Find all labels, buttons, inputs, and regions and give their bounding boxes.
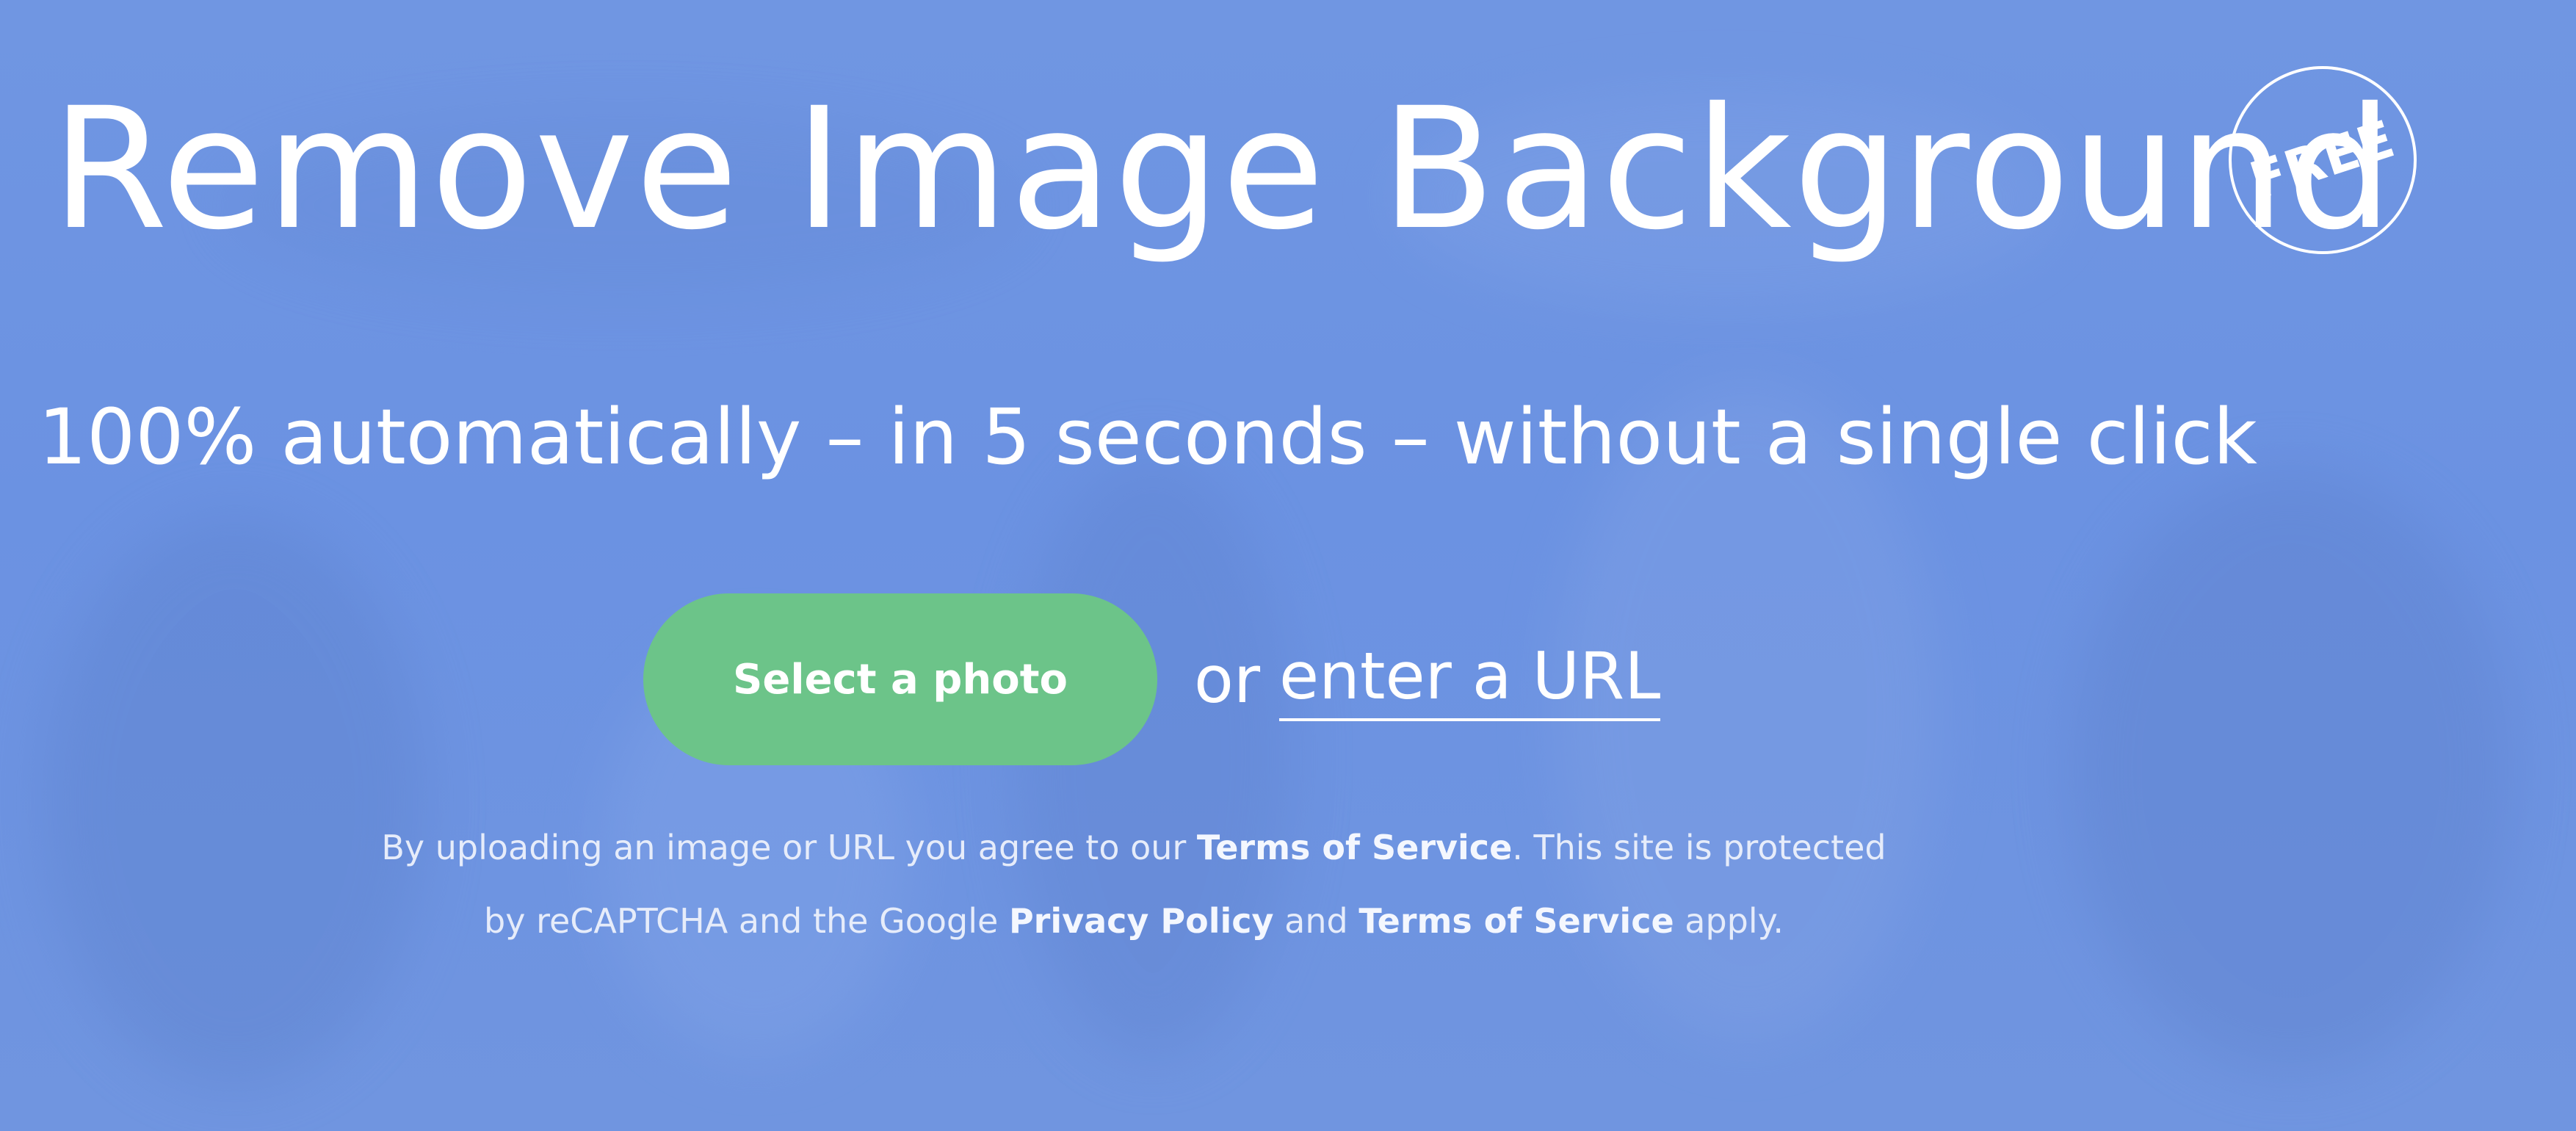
terms-of-service-link[interactable]: Terms of Service bbox=[1358, 901, 1674, 941]
page-subtitle: 100% automatically – in 5 seconds – with… bbox=[38, 392, 2257, 482]
legal-text: By uploading an image or URL you agree t… bbox=[381, 828, 1187, 867]
background-blur bbox=[44, 514, 426, 1087]
privacy-policy-link[interactable]: Privacy Policy bbox=[1009, 901, 1274, 941]
legal-text: apply. bbox=[1685, 901, 1784, 941]
free-badge-label: FREE bbox=[2243, 108, 2403, 212]
hero-section: Remove Image Background FREE 100% automa… bbox=[0, 0, 2576, 1131]
enter-url-link[interactable]: enter a URL bbox=[1279, 638, 1661, 721]
page-title: Remove Image Background bbox=[51, 71, 2395, 267]
legal-line-1: By uploading an image or URL you agree t… bbox=[333, 811, 1934, 884]
legal-line-2: by reCAPTCHA and the Google Privacy Poli… bbox=[333, 884, 1934, 958]
background-blur bbox=[2071, 470, 2511, 1072]
legal-text: by reCAPTCHA and the Google bbox=[484, 901, 999, 941]
or-text: or bbox=[1194, 641, 1261, 718]
legal-notice: By uploading an image or URL you agree t… bbox=[333, 811, 1934, 958]
legal-text: . This site is protected bbox=[1512, 828, 1886, 867]
select-photo-button[interactable]: Select a photo bbox=[643, 593, 1157, 765]
legal-text: and bbox=[1284, 901, 1348, 941]
terms-of-service-link[interactable]: Terms of Service bbox=[1197, 828, 1512, 867]
free-badge: FREE bbox=[2229, 66, 2417, 254]
upload-actions: Select a photo or enter a URL bbox=[643, 593, 1661, 765]
